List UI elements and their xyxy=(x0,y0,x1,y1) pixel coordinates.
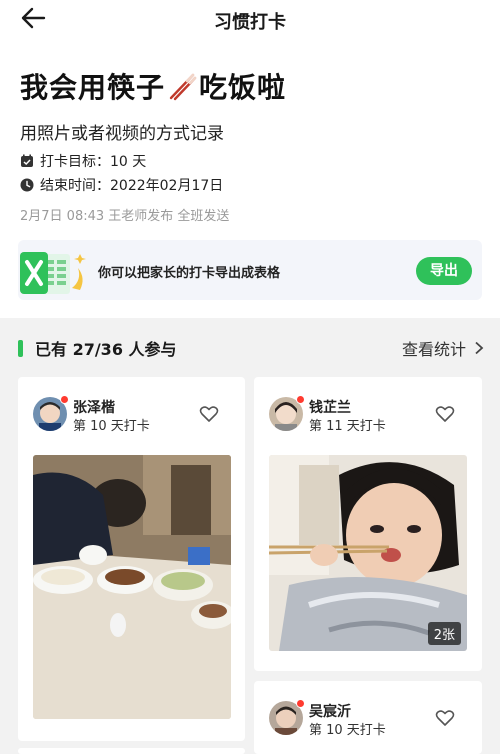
headline-text-end: 吃饭啦 xyxy=(199,71,287,104)
new-entry-dot xyxy=(296,395,305,404)
checkin-day: 第 10 天打卡 xyxy=(73,419,150,434)
photo-count-badge: 2张 xyxy=(427,622,461,645)
student-name: 吴宸沂 xyxy=(309,704,351,720)
heart-icon[interactable] xyxy=(435,709,455,727)
chevron-right-icon xyxy=(475,341,484,355)
student-name: 张泽楷 xyxy=(73,400,115,416)
page-title: 习惯打卡 xyxy=(214,12,286,33)
task-subtitle: 用照片或者视频的方式记录 xyxy=(20,124,224,144)
goal-text: 打卡目标：10 天 xyxy=(40,154,147,170)
participation-text: 已有 27/36 人参与 xyxy=(35,340,177,359)
new-entry-dot xyxy=(296,699,305,708)
export-banner: 你可以把家长的打卡导出成表格 导出 xyxy=(18,240,482,300)
spreadsheet-icon xyxy=(20,252,86,294)
checkin-day: 第 11 天打卡 xyxy=(309,419,386,434)
checkin-card[interactable] xyxy=(18,748,245,754)
view-stats-link[interactable]: 查看统计 xyxy=(402,336,484,360)
student-name: 钱芷兰 xyxy=(309,400,351,416)
participation-summary: 已有 27/36 人参与 xyxy=(18,336,177,360)
export-hint: 你可以把家长的打卡导出成表格 xyxy=(98,266,281,281)
checkin-card[interactable]: 吴宸沂 第 10 天打卡 xyxy=(254,681,482,754)
chopsticks-emoji xyxy=(169,73,197,101)
dinner-table-photo xyxy=(33,455,231,719)
top-bar: 习惯打卡 xyxy=(0,0,500,38)
export-button[interactable]: 导出 xyxy=(416,257,472,285)
new-entry-dot xyxy=(60,395,69,404)
calendar-check-icon xyxy=(21,154,33,167)
task-headline: 我会用筷子 吃饭啦 xyxy=(20,66,286,106)
checkin-card[interactable]: 张泽楷 第 10 天打卡 xyxy=(18,377,245,741)
end-time-text: 结束时间：2022年02月17日 xyxy=(40,178,224,194)
goal-row: 打卡目标：10 天 xyxy=(20,151,146,171)
headline-text-start: 我会用筷子 xyxy=(20,71,166,104)
checkin-day: 第 10 天打卡 xyxy=(309,723,386,738)
checkin-card[interactable]: 钱芷兰 第 11 天打卡 2张 xyxy=(254,377,482,671)
end-time-row: 结束时间：2022年02月17日 xyxy=(20,175,223,195)
publish-info: 2月7日 08:43 王老师发布 全班发送 xyxy=(20,209,230,224)
heart-icon[interactable] xyxy=(435,405,455,423)
section-marker xyxy=(18,339,23,357)
checkin-photo[interactable]: 2张 xyxy=(269,455,467,651)
view-stats-label: 查看统计 xyxy=(401,340,466,359)
heart-icon[interactable] xyxy=(199,405,219,423)
checkin-photo[interactable] xyxy=(33,455,231,719)
clock-icon xyxy=(20,178,34,192)
